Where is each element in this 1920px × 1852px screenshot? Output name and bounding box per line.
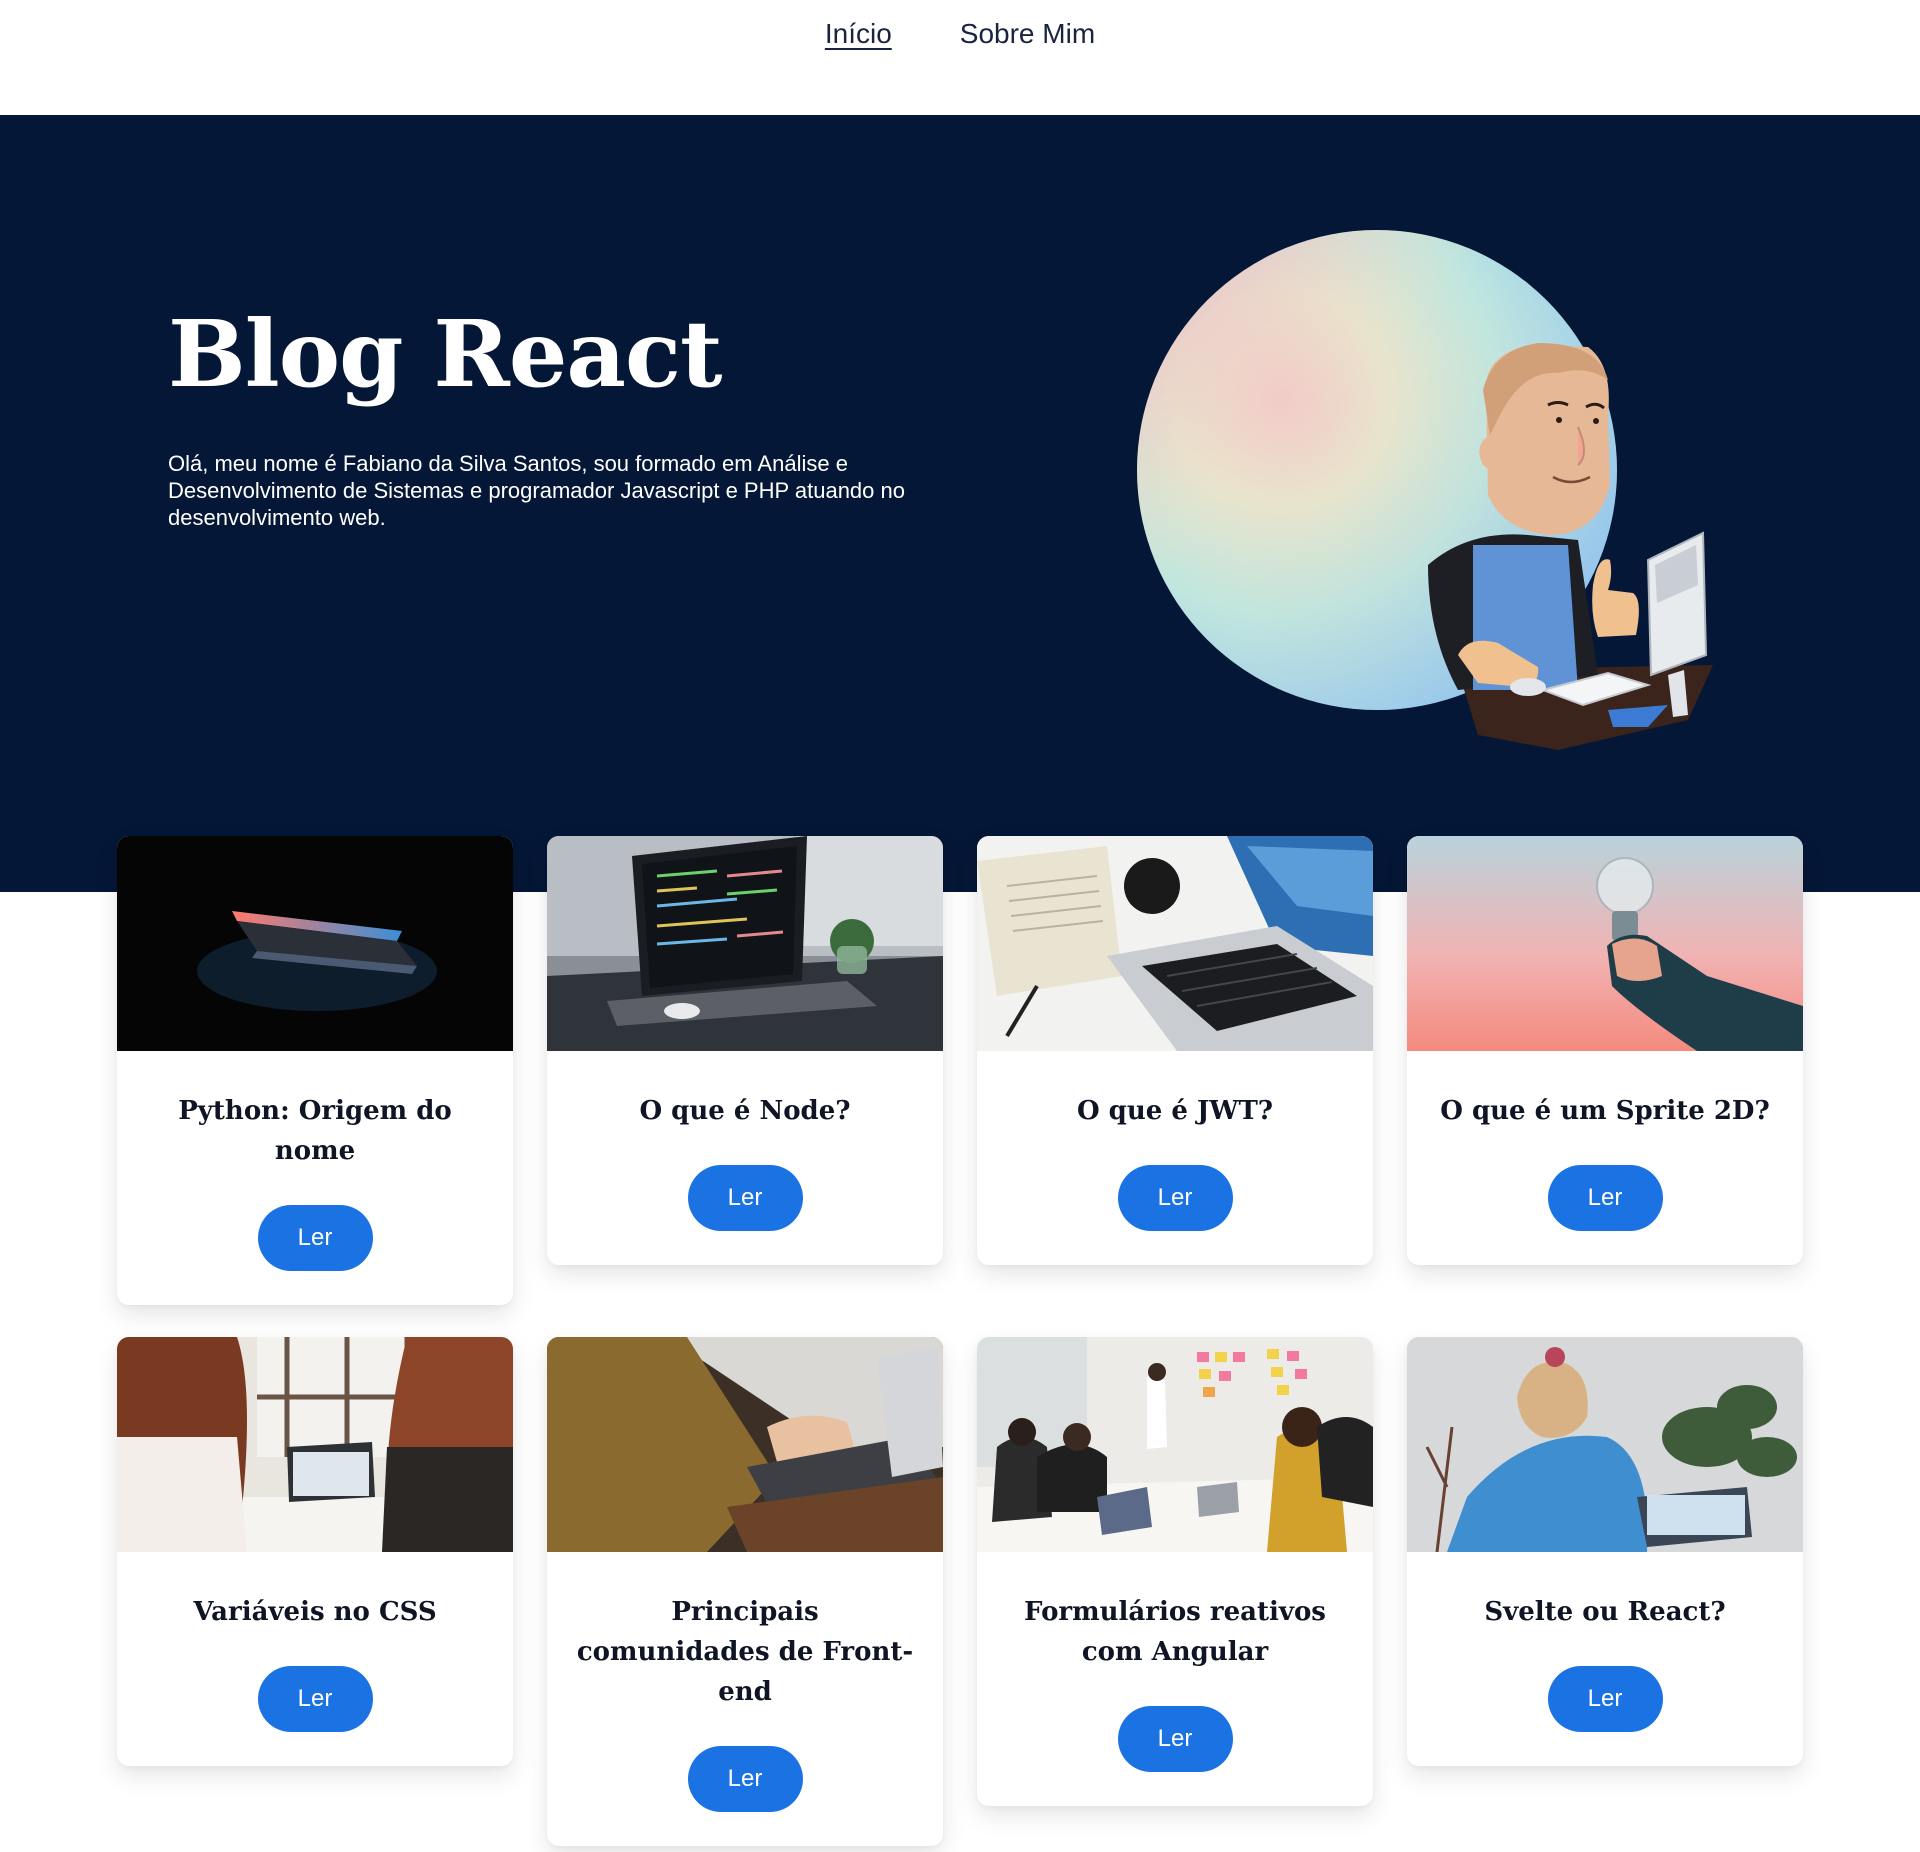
post-title: O que é Node? (639, 1096, 851, 1126)
read-button[interactable]: Ler (1547, 1165, 1663, 1231)
post-thumbnail-light-bulb (1407, 836, 1803, 1051)
post-title: Python: Origem do nome (178, 1096, 452, 1166)
read-button[interactable]: Ler (687, 1165, 803, 1231)
post-title: Principais comunidades de Front-end (576, 1597, 914, 1707)
post-title: O que é JWT? (1076, 1096, 1274, 1126)
post-card: O que é um Sprite 2D? Ler (1407, 836, 1803, 1265)
post-thumbnail-laptop-code (547, 836, 943, 1051)
post-title: Svelte ou React? (1484, 1597, 1726, 1627)
hero-description: Olá, meu nome é Fabiano da Silva Santos,… (168, 451, 905, 530)
developer-illustration (1137, 230, 1713, 750)
post-card: O que é JWT? Ler (977, 836, 1373, 1265)
post-thumbnail-typing-laptop (547, 1337, 943, 1552)
post-title: Variáveis no CSS (193, 1597, 437, 1627)
post-grid: Python: Origem do nome Ler O que é Node?… (117, 836, 1803, 1846)
read-button[interactable]: Ler (687, 1746, 803, 1812)
post-card: Variáveis no CSS Ler (117, 1337, 513, 1766)
post-thumbnail-laptop-desk (977, 836, 1373, 1051)
read-button[interactable]: Ler (1547, 1666, 1663, 1732)
read-button[interactable]: Ler (257, 1666, 373, 1732)
post-thumbnail-two-women-laptop (117, 1337, 513, 1552)
top-navigation: Início Sobre Mim (0, 0, 1920, 115)
read-button[interactable]: Ler (257, 1205, 373, 1271)
page-title: Blog React (168, 300, 723, 408)
post-thumbnail-laptop-dark (117, 836, 513, 1051)
post-card: Python: Origem do nome Ler (117, 836, 513, 1305)
post-thumbnail-team-meeting (977, 1337, 1373, 1552)
read-button[interactable]: Ler (1117, 1706, 1233, 1772)
post-title: Formulários reativos com Angular (1024, 1597, 1326, 1667)
nav-link-inicio[interactable]: Início (825, 18, 892, 50)
nav-link-sobre-mim[interactable]: Sobre Mim (960, 18, 1095, 50)
post-card: O que é Node? Ler (547, 836, 943, 1265)
post-card: Formulários reativos com Angular Ler (977, 1337, 1373, 1806)
read-button[interactable]: Ler (1117, 1165, 1233, 1231)
post-title: O que é um Sprite 2D? (1440, 1096, 1770, 1126)
post-thumbnail-woman-laptop (1407, 1337, 1803, 1552)
post-card: Svelte ou React? Ler (1407, 1337, 1803, 1766)
post-card: Principais comunidades de Front-end Ler (547, 1337, 943, 1846)
